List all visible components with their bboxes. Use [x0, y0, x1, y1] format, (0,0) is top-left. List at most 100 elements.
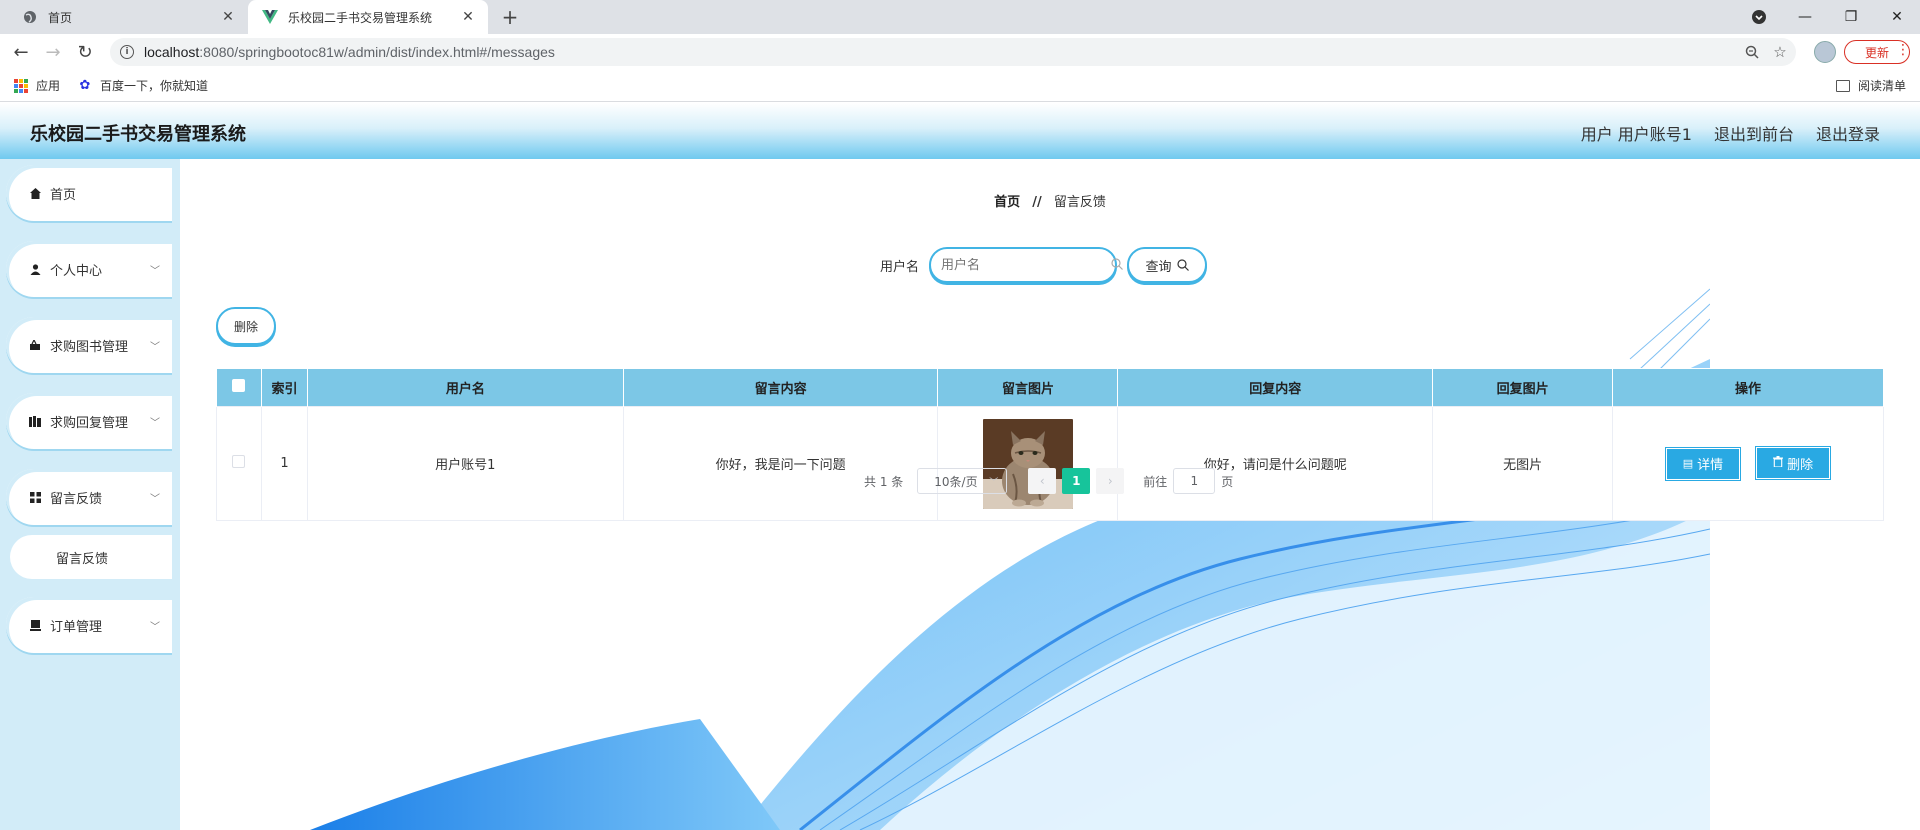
row-select-cell [216, 406, 262, 521]
close-icon[interactable]: ✕ [218, 7, 238, 27]
app-root: 乐校园二手书交易管理系统 用户 用户账号1 退出到前台 退出登录 首页 个人中心… [0, 103, 1920, 830]
current-user-label: 用户 用户账号1 [1580, 125, 1692, 144]
browser-tab-active[interactable]: 乐校园二手书交易管理系统 ✕ [248, 0, 488, 34]
app-header: 乐校园二手书交易管理系统 用户 用户账号1 退出到前台 退出登录 [0, 103, 1920, 159]
address-bar-row: ← → ↻ i localhost:8080/springbootoc81w/a… [0, 34, 1920, 70]
logout-link[interactable]: 退出登录 [1816, 121, 1880, 145]
page-size-select[interactable]: 10条/页 ﹀ [917, 468, 1008, 494]
cart-icon [28, 339, 42, 351]
bookmark-star-icon[interactable]: ☆ [1768, 38, 1792, 66]
cell-reply-image: 无图片 [1432, 406, 1614, 521]
table-header-row: 索引 用户名 留言内容 留言图片 回复内容 回复图片 操作 [216, 368, 1884, 407]
trash-icon [1773, 456, 1784, 470]
sidebar-item-orders[interactable]: 订单管理 ﹀ [6, 597, 172, 653]
select-all-checkbox[interactable] [232, 379, 246, 392]
sidebar-item-messages[interactable]: 留言反馈 ﹀ [6, 469, 172, 525]
column-header: 索引 [260, 368, 308, 407]
exit-to-front-link[interactable]: 退出到前台 [1714, 121, 1794, 145]
search-icon [1111, 257, 1123, 273]
column-header: 用户名 [306, 368, 624, 407]
chevron-down-icon: ﹀ [150, 417, 160, 429]
table-row: 1 用户账号1 你好，我是问一下问题 你好，请问是什么问题呢 无图片 ▤ 详情 … [216, 406, 1884, 521]
breadcrumb: 首页 // 留言反馈 [180, 191, 1920, 210]
sidebar: 首页 个人中心 ﹀ 求购图书管理 ﹀ 求购回复管理 ﹀ 留言反馈 ﹀ 留言反馈 … [0, 159, 180, 830]
cell-index: 1 [260, 406, 308, 521]
cell-username: 用户账号1 [306, 406, 624, 521]
chevron-down-icon: ﹀ [150, 621, 160, 633]
more-menu-icon[interactable]: ⋮ [1896, 42, 1910, 58]
reload-icon[interactable]: ↻ [73, 40, 97, 64]
zoom-icon[interactable] [1740, 38, 1764, 66]
sidebar-item-personal-center[interactable]: 个人中心 ﹀ [6, 241, 172, 297]
next-page-button[interactable]: › [1096, 468, 1125, 494]
back-arrow-icon[interactable]: ← [9, 40, 33, 64]
info-icon[interactable]: i [120, 45, 134, 59]
browser-tab-strip: 首页 ✕ 乐校园二手书交易管理系统 ✕ + — ❐ ✕ [0, 0, 1920, 34]
column-header: 留言内容 [622, 368, 939, 407]
vue-logo-icon [262, 9, 278, 25]
bookmark-baidu[interactable]: ✿ 百度一下，你就知道 [78, 77, 208, 94]
breadcrumb-home[interactable]: 首页 [994, 195, 1020, 210]
order-icon [28, 619, 42, 631]
tab-title: 乐校园二手书交易管理系统 [288, 10, 433, 25]
home-icon [28, 187, 42, 199]
restore-icon[interactable]: ❐ [1828, 0, 1874, 34]
breadcrumb-current: 留言反馈 [1053, 195, 1106, 210]
column-header: 回复内容 [1117, 368, 1434, 407]
sidebar-item-book-request[interactable]: 求购图书管理 ﹀ [6, 317, 172, 373]
prev-page-button[interactable]: ‹ [1028, 468, 1057, 494]
profile-avatar[interactable] [1814, 41, 1836, 63]
search-label: 用户名 [880, 259, 920, 275]
breadcrumb-separator: // [1032, 195, 1042, 210]
pagination: 共 1 条 10条/页 ﹀ ‹ 1 › 前往 页 [864, 468, 1233, 494]
new-tab-icon[interactable]: + [498, 5, 522, 29]
close-icon[interactable]: ✕ [458, 7, 478, 27]
chevron-down-icon: ﹀ [989, 477, 999, 488]
delete-button[interactable]: 删除 [1756, 447, 1831, 480]
bookmark-apps[interactable]: 应用 [14, 77, 60, 94]
detail-button[interactable]: ▤ 详情 [1665, 447, 1740, 480]
tab-search-icon[interactable] [1736, 0, 1782, 34]
chevron-up-icon: ﹀ [150, 493, 160, 505]
message-image-cat[interactable] [982, 418, 1073, 509]
column-header: 回复图片 [1432, 368, 1614, 407]
row-checkbox[interactable] [232, 455, 246, 468]
select-all-cell [216, 368, 262, 407]
column-header: 留言图片 [937, 368, 1119, 407]
reading-list[interactable]: 阅读清单 [1836, 77, 1906, 94]
cell-content: 你好，我是问一下问题 [622, 406, 939, 521]
goto-page-input[interactable] [1173, 468, 1216, 494]
bookmarks-bar: 应用 ✿ 百度一下，你就知道 阅读清单 [0, 70, 1920, 102]
browser-tab-home[interactable]: 首页 ✕ [8, 0, 248, 34]
batch-delete-button[interactable]: 删除 [216, 307, 276, 345]
url-text: localhost:8080/springbootoc81w/admin/dis… [144, 44, 555, 60]
globe-icon [22, 9, 38, 25]
app-title: 乐校园二手书交易管理系统 [30, 124, 246, 145]
sidebar-subitem-messages[interactable]: 留言反馈 [10, 535, 172, 579]
chevron-down-icon: ﹀ [150, 265, 160, 277]
apps-grid-icon [14, 78, 28, 93]
sidebar-item-request-reply[interactable]: 求购回复管理 ﹀ [6, 393, 172, 449]
sidebar-item-home[interactable]: 首页 [6, 165, 172, 221]
main-content: 首页 // 留言反馈 用户名 查询 删除 [180, 159, 1920, 830]
page-number-current[interactable]: 1 [1062, 468, 1091, 494]
messages-table: 索引 用户名 留言内容 留言图片 回复内容 回复图片 操作 1 用户账号1 你好… [216, 368, 1884, 521]
query-button[interactable]: 查询 [1127, 247, 1208, 283]
chevron-down-icon: ﹀ [150, 341, 160, 353]
search-box[interactable] [929, 247, 1123, 283]
minimize-icon[interactable]: — [1782, 0, 1828, 34]
reading-list-icon [1836, 79, 1850, 92]
grid-icon [28, 491, 42, 503]
document-icon: ▤ [1682, 457, 1694, 471]
pagination-total: 共 1 条 [864, 474, 904, 489]
cell-actions: ▤ 详情 删除 [1612, 406, 1884, 521]
baidu-paw-icon: ✿ [79, 78, 91, 93]
url-field[interactable]: i localhost:8080/springbootoc81w/admin/d… [110, 38, 1796, 66]
forward-arrow-icon[interactable]: → [41, 40, 65, 64]
search-icon [1176, 259, 1189, 271]
search-input[interactable] [941, 257, 1112, 273]
tab-title: 首页 [48, 10, 73, 25]
goto-page: 前往 页 [1143, 468, 1233, 494]
window-close-icon[interactable]: ✕ [1874, 0, 1920, 34]
header-links: 用户 用户账号1 退出到前台 退出登录 [1581, 121, 1880, 145]
